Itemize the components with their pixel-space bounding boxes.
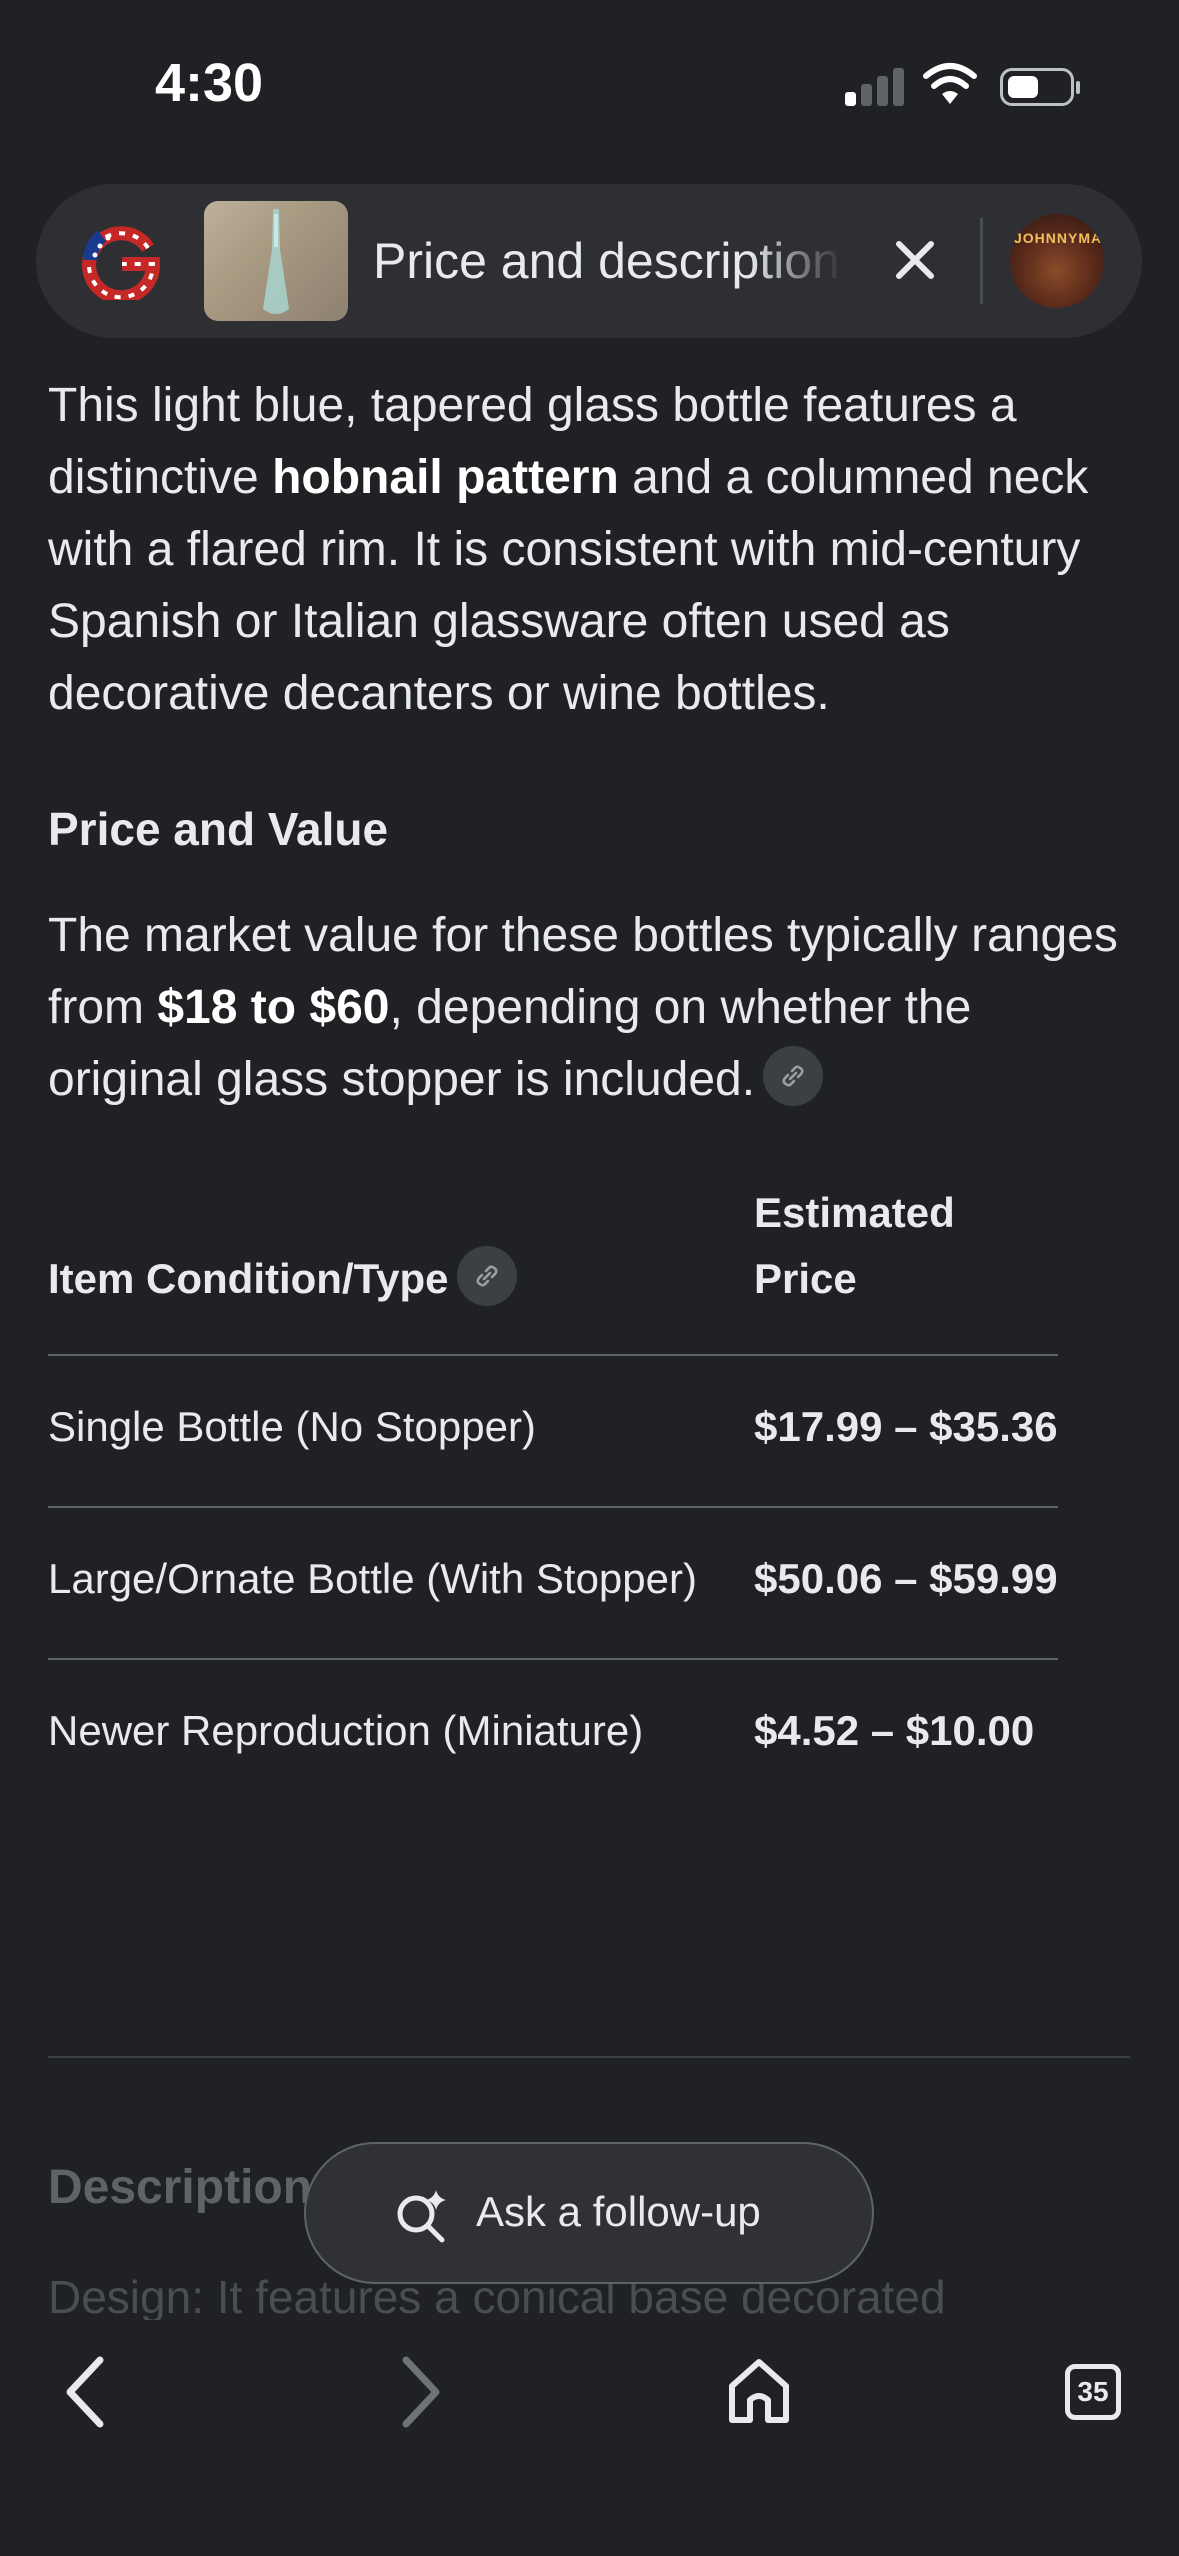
table-header-row: Item Condition/Type Estimated Price bbox=[48, 1180, 1058, 1355]
ask-followup-label: Ask a follow-up bbox=[476, 2188, 761, 2235]
bottom-navigation bbox=[0, 2320, 1179, 2556]
table-cell-type: Single Bottle (No Stopper) bbox=[48, 1354, 754, 1507]
table-header-type: Item Condition/Type bbox=[48, 1180, 754, 1355]
search-image-thumbnail[interactable] bbox=[204, 201, 348, 321]
back-icon[interactable] bbox=[58, 2352, 114, 2432]
intro-bold: hobnail pattern bbox=[272, 451, 619, 504]
intro-paragraph: This light blue, tapered glass bottle fe… bbox=[48, 379, 1089, 720]
wifi-icon bbox=[923, 63, 977, 104]
avatar-text: JOHNNYMA bbox=[1014, 230, 1103, 246]
table-header-price: Estimated Price bbox=[754, 1189, 955, 1302]
pill-divider bbox=[980, 218, 983, 304]
answer-content: This light blue, tapered glass bottle fe… bbox=[48, 370, 1138, 1116]
link-icon bbox=[782, 1065, 804, 1087]
table-row: Large/Ornate Bottle (With Stopper) $50.0… bbox=[48, 1506, 1058, 1659]
price-paragraph: The market value for these bottles typic… bbox=[48, 909, 1118, 1107]
price-heading: Price and Value bbox=[48, 803, 389, 855]
status-bar: 4:30 bbox=[0, 0, 1179, 170]
battery-icon bbox=[1000, 68, 1080, 106]
cellular-signal-icon bbox=[845, 66, 905, 106]
price-table: Item Condition/Type Estimated Price Sing… bbox=[48, 1180, 1058, 1810]
link-icon bbox=[476, 1265, 498, 1287]
home-icon[interactable] bbox=[726, 2356, 792, 2426]
forward-icon[interactable] bbox=[392, 2352, 448, 2432]
price-bold: $18 to $60 bbox=[157, 981, 390, 1034]
status-time: 4:30 bbox=[155, 53, 264, 113]
search-query-title[interactable]: Price and description bbox=[373, 232, 843, 290]
table-row: Single Bottle (No Stopper) $17.99 – $35.… bbox=[48, 1354, 1058, 1507]
table-cell-type: Large/Ornate Bottle (With Stopper) bbox=[48, 1506, 754, 1659]
close-icon[interactable] bbox=[885, 230, 945, 290]
table-cell-price: $50.06 – $59.99 bbox=[754, 1506, 1058, 1659]
tabs-count-button[interactable]: 35 bbox=[1065, 2364, 1121, 2420]
description-heading: Description bbox=[48, 2161, 313, 2214]
ask-followup-button[interactable]: Ask a follow-up bbox=[304, 2142, 874, 2284]
table-row: Newer Reproduction (Miniature) $4.52 – $… bbox=[48, 1658, 1058, 1810]
sparkle-search-icon bbox=[397, 2190, 446, 2243]
source-link-chip[interactable] bbox=[763, 1046, 824, 1107]
google-logo-icon[interactable] bbox=[82, 222, 160, 300]
section-divider bbox=[48, 2056, 1130, 2058]
table-cell-price: $4.52 – $10.00 bbox=[754, 1658, 1058, 1810]
bottle-image bbox=[263, 209, 289, 314]
avatar[interactable]: JOHNNYMA bbox=[1010, 214, 1104, 308]
table-cell-type: Newer Reproduction (Miniature) bbox=[48, 1658, 754, 1810]
source-link-chip[interactable] bbox=[456, 1245, 517, 1306]
table-cell-price: $17.99 – $35.36 bbox=[754, 1354, 1058, 1507]
